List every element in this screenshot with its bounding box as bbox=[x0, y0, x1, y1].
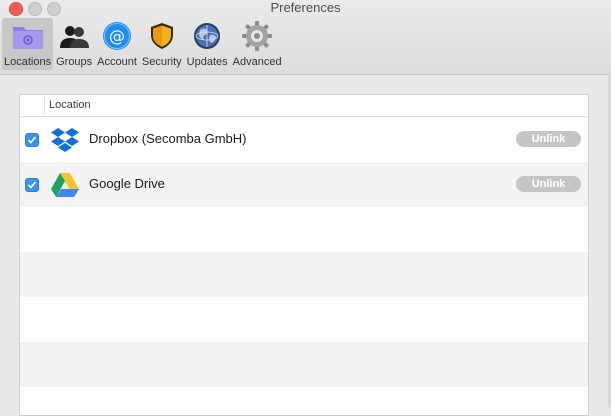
tab-security[interactable]: Security bbox=[140, 18, 184, 70]
empty-row bbox=[20, 297, 588, 342]
people-icon bbox=[56, 18, 92, 54]
row-checkbox[interactable] bbox=[25, 133, 39, 147]
tab-groups[interactable]: Groups bbox=[54, 18, 94, 70]
tab-security-label: Security bbox=[141, 56, 182, 68]
location-column-header[interactable]: Location bbox=[49, 99, 91, 111]
empty-row bbox=[20, 342, 588, 387]
location-name: Google Drive bbox=[89, 176, 165, 191]
empty-row bbox=[20, 207, 588, 252]
tab-account-label: Account bbox=[97, 56, 137, 68]
tab-locations[interactable]: Locations bbox=[2, 18, 54, 70]
row-checkbox[interactable] bbox=[25, 178, 39, 192]
empty-row bbox=[20, 252, 588, 297]
folder-icon bbox=[10, 18, 46, 54]
shield-icon bbox=[144, 18, 180, 54]
tab-updates[interactable]: Updates bbox=[185, 18, 230, 70]
google-drive-icon bbox=[50, 170, 80, 200]
title-bar: Preferences Locations Groups @ Account S… bbox=[0, 0, 611, 75]
svg-text:@: @ bbox=[109, 27, 125, 46]
at-sign-icon: @ bbox=[99, 18, 135, 54]
table-row[interactable]: Dropbox (Secomba GmbH) Unlink bbox=[20, 117, 588, 162]
preferences-toolbar: Locations Groups @ Account Security Upda… bbox=[2, 18, 285, 72]
tab-groups-label: Groups bbox=[56, 56, 93, 68]
unlink-button[interactable]: Unlink bbox=[516, 131, 581, 147]
dropbox-icon bbox=[50, 125, 80, 155]
globe-icon bbox=[189, 18, 225, 54]
tab-account[interactable]: @ Account bbox=[95, 18, 139, 70]
window-title: Preferences bbox=[270, 0, 341, 15]
column-separator[interactable] bbox=[44, 97, 45, 114]
tab-updates-label: Updates bbox=[186, 56, 228, 68]
gear-icon bbox=[239, 18, 275, 54]
table-header: Location bbox=[20, 95, 588, 117]
locations-table: Location Dropbox (Secomba GmbH) Unlink G… bbox=[19, 94, 589, 416]
tab-locations-label: Locations bbox=[4, 56, 52, 68]
tab-advanced-label: Advanced bbox=[232, 56, 282, 68]
table-row[interactable]: Google Drive Unlink bbox=[20, 162, 588, 207]
unlink-button[interactable]: Unlink bbox=[516, 176, 581, 192]
tab-advanced[interactable]: Advanced bbox=[231, 18, 284, 70]
location-name: Dropbox (Secomba GmbH) bbox=[89, 131, 247, 146]
